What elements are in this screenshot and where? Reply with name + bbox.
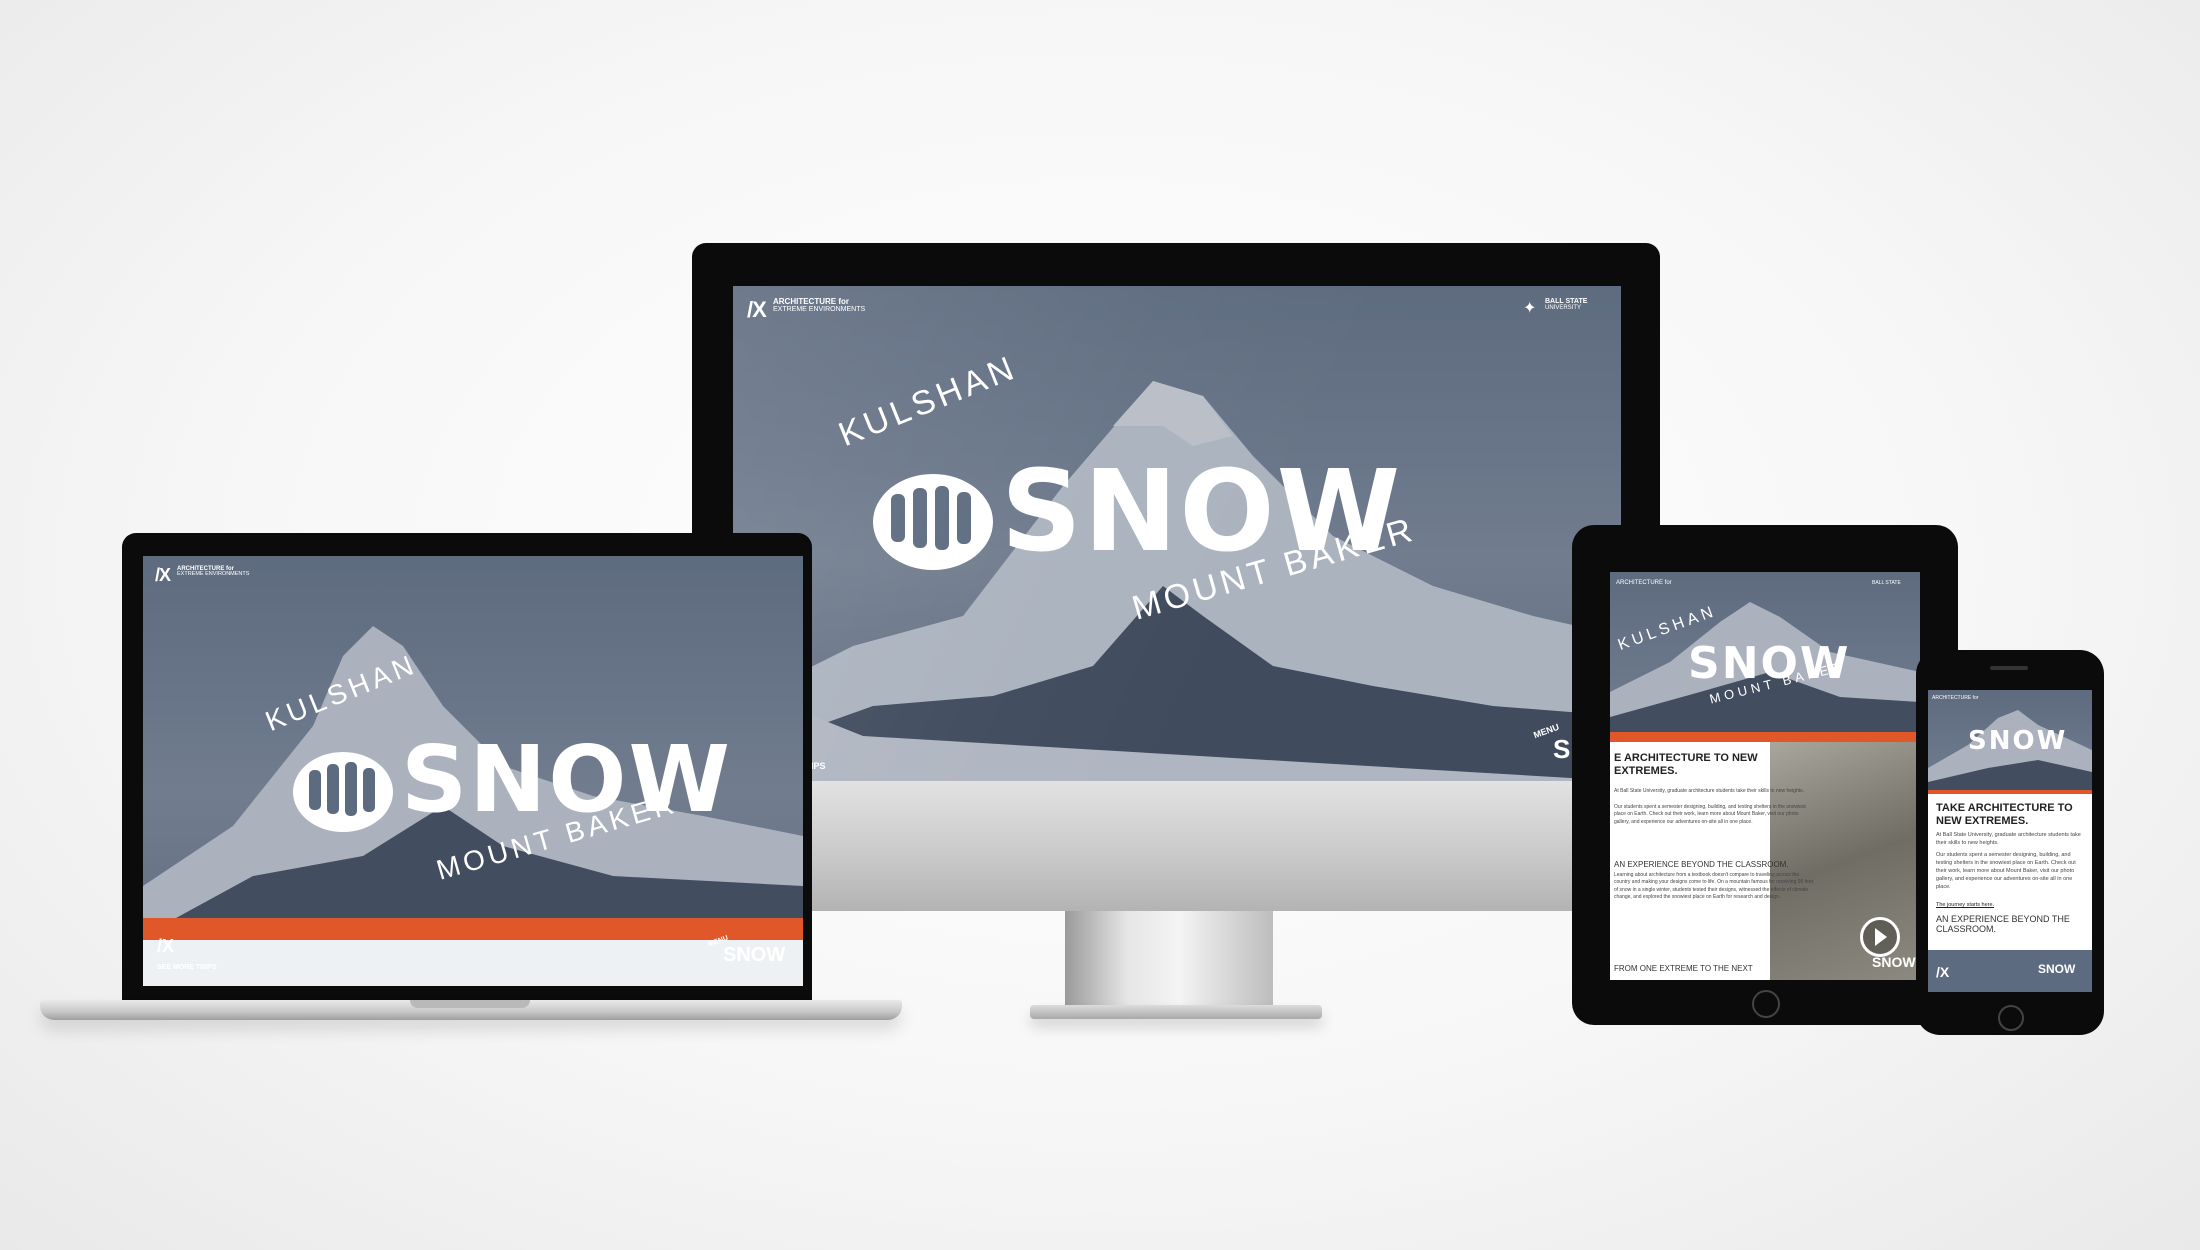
brand-line1: ARCHITECTURE for bbox=[1616, 580, 1672, 586]
snow-band bbox=[143, 940, 803, 986]
hero-snow: SNOW bbox=[1968, 726, 2068, 756]
tablet-hero: ARCHITECTURE for BALL STATE KULSHAN SNOW… bbox=[1610, 572, 1920, 732]
laptop-notch bbox=[410, 1000, 530, 1008]
university-line1: BALL STATE bbox=[1545, 298, 1588, 305]
university-logo[interactable]: ✦ BALL STATE UNIVERSITY bbox=[1523, 298, 1588, 317]
tablet-screen: ARCHITECTURE for BALL STATE KULSHAN SNOW… bbox=[1610, 572, 1920, 980]
tablet-footer-heading: FROM ONE EXTREME TO THE NEXT bbox=[1614, 964, 1753, 973]
phone-earpiece bbox=[1990, 666, 2028, 670]
phone-screen: ARCHITECTURE for SNOW TAKE ARCHITECTURE … bbox=[1928, 690, 2092, 992]
phone-heading: TAKE ARCHITECTURE TO NEW EXTREMES. bbox=[1936, 802, 2073, 827]
imac-screen: /X ARCHITECTURE for EXTREME ENVIRONMENTS… bbox=[733, 286, 1621, 781]
phone-subheading: AN EXPERIENCE BEYOND THE CLASSROOM. bbox=[1936, 914, 2070, 935]
tablet-home-button[interactable] bbox=[1752, 990, 1780, 1018]
tablet-p1: At Ball State University, graduate archi… bbox=[1614, 788, 1804, 794]
brand-line1: ARCHITECTURE for bbox=[773, 297, 849, 306]
phone-home-button[interactable] bbox=[1998, 1005, 2024, 1031]
orange-band bbox=[1928, 790, 2092, 794]
footprint-icon bbox=[291, 746, 401, 836]
orange-band bbox=[1610, 732, 1920, 742]
menu-snow-button[interactable]: SNOW bbox=[723, 944, 785, 967]
brand-mark: /X bbox=[155, 565, 171, 585]
university-line2: UNIVERSITY bbox=[1545, 305, 1582, 311]
phone-hero: ARCHITECTURE for SNOW bbox=[1928, 690, 2092, 790]
journey-link[interactable]: The journey starts here. bbox=[1936, 902, 2086, 908]
footprint-icon bbox=[871, 464, 1001, 574]
menu-snow-button[interactable]: SNOW bbox=[1872, 954, 1916, 970]
laptop-screen: /X ARCHITECTURE for EXTREME ENVIRONMENTS… bbox=[143, 556, 803, 986]
eagle-icon: ✦ bbox=[1523, 300, 1537, 317]
menu-snow-button[interactable]: SNOW bbox=[2038, 962, 2075, 976]
brand-mark-small: /X bbox=[157, 936, 175, 956]
brand-logo[interactable]: /X ARCHITECTURE for EXTREME ENVIRONMENTS bbox=[155, 565, 249, 586]
brand-logo[interactable]: /X ARCHITECTURE for EXTREME ENVIRONMENTS bbox=[747, 297, 865, 322]
phone-footer: /X SNOW bbox=[1928, 950, 2092, 992]
brand-line2: EXTREME ENVIRONMENTS bbox=[177, 571, 250, 578]
imac-chin bbox=[692, 781, 1660, 911]
see-more-trips-link[interactable]: SEE MORE TRIPS bbox=[157, 964, 217, 971]
phone-p1: At Ball State University, graduate archi… bbox=[1936, 832, 2081, 846]
orange-band bbox=[143, 918, 803, 940]
brand-mark: /X bbox=[747, 297, 767, 322]
imac-stand-foot bbox=[1030, 1005, 1322, 1019]
brand-mark-small: /X bbox=[1936, 964, 1950, 980]
phone-p2: Our students spent a semester designing,… bbox=[1936, 852, 2076, 890]
tablet-heading: E ARCHITECTURE TO NEW EXTREMES. bbox=[1614, 752, 1758, 778]
tablet-p2: Our students spent a semester designing,… bbox=[1614, 804, 1806, 825]
play-icon[interactable] bbox=[1860, 917, 1900, 957]
university-line1: BALL STATE bbox=[1872, 580, 1901, 586]
brand-line2: EXTREME ENVIRONMENTS bbox=[773, 306, 866, 314]
brand-line1: ARCHITECTURE for bbox=[1932, 695, 1979, 701]
tablet-subheading: AN EXPERIENCE BEYOND THE CLASSROOM. bbox=[1614, 860, 1789, 869]
hero-snow: SNOW bbox=[401, 726, 732, 833]
tablet-p3: Learning about architecture from a textb… bbox=[1614, 872, 1813, 900]
